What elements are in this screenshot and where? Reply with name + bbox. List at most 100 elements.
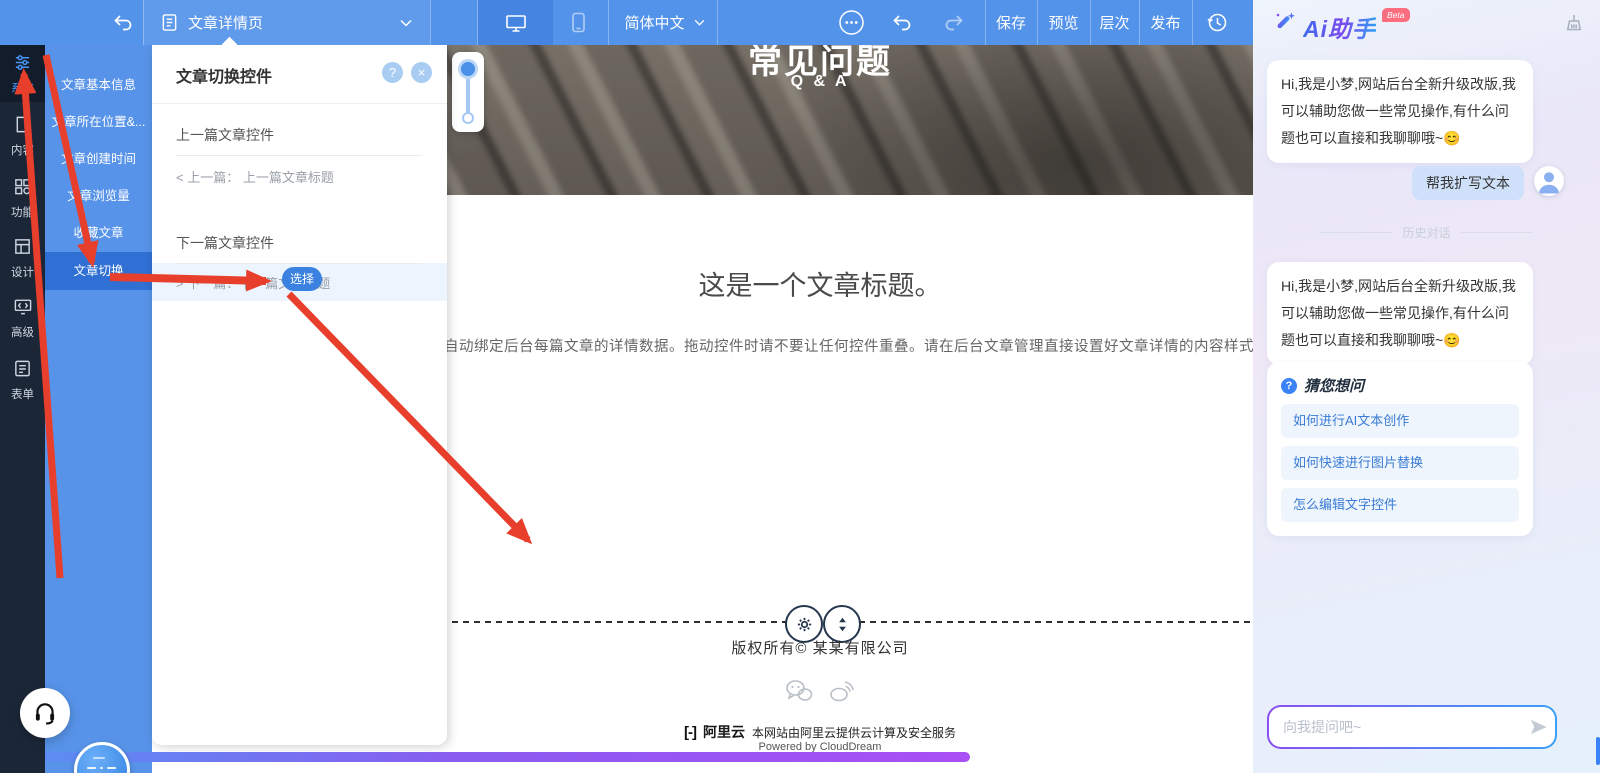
provider-row: [-] 阿里云 本网站由阿里云提供云计算及安全服务	[684, 722, 956, 742]
beta-badge: Beta	[1382, 8, 1410, 22]
history-button[interactable]	[1192, 0, 1242, 45]
page-scrollbar-thumb[interactable]	[1596, 737, 1600, 765]
top-toolbar: 文章详情页 简体中文 保存 预览 层次 发布	[0, 0, 1253, 45]
sidebar-item-label: 表单	[11, 389, 34, 401]
select-button[interactable]: 选择	[282, 267, 322, 291]
help-icon[interactable]: ?	[382, 62, 403, 83]
article-description[interactable]: 自动绑定后台每篇文章的详情数据。拖动控件时请不要让任何控件重叠。请在后台文章管理…	[444, 335, 1253, 356]
wechat-icon[interactable]	[785, 679, 813, 703]
preview-button[interactable]: 预览	[1037, 0, 1090, 45]
undo-button[interactable]	[882, 0, 922, 45]
history-clock-icon	[1206, 13, 1226, 32]
form-list-icon	[15, 360, 30, 377]
panel-divider	[152, 103, 447, 104]
close-icon[interactable]: ×	[411, 62, 432, 83]
sliders-icon	[15, 55, 30, 70]
save-button[interactable]: 保存	[985, 0, 1037, 45]
prev-section-label: 上一篇文章控件	[176, 127, 274, 143]
vertical-slider-widget[interactable]	[452, 52, 484, 132]
sidebar-item-form[interactable]: 表单	[0, 359, 45, 402]
layout-icon	[15, 239, 30, 254]
redo-button[interactable]	[934, 0, 974, 45]
sidebar-item-function[interactable]: 功能	[0, 177, 45, 220]
subpanel-item-article-favorite[interactable]: 收藏文章	[45, 215, 152, 252]
subpanel-item-article-created[interactable]: 文章创建时间	[45, 141, 152, 178]
main-sidebar: 系统 内容 功能 设计 高级 表单	[0, 0, 45, 773]
slider-track	[466, 70, 470, 116]
suggestions-title-row: ? 猜您想问	[1281, 375, 1519, 396]
sidebar-item-advanced[interactable]: 高级	[0, 297, 45, 340]
weibo-icon[interactable]	[829, 679, 855, 703]
sidebar-item-system[interactable]: 系统	[0, 53, 45, 96]
person-icon	[1539, 172, 1559, 194]
desktop-view-button[interactable]	[478, 0, 553, 45]
chevron-down-icon	[694, 19, 704, 26]
gear-icon	[797, 617, 811, 631]
provider-brand: 阿里云	[702, 724, 745, 740]
page-icon	[162, 14, 177, 31]
page-selector-label: 文章详情页	[188, 15, 264, 32]
sidebar-item-label: 高级	[11, 327, 34, 339]
language-selector[interactable]: 简体中文	[612, 0, 717, 45]
sidebar-item-design[interactable]: 设计	[0, 237, 45, 280]
user-message: 帮我扩写文本	[1412, 166, 1524, 200]
question-icon: ?	[1281, 377, 1297, 394]
article-switch-panel: 文章切换控件 ? × 上一篇文章控件 < 上一篇： 上一篇文章标题 下一篇文章控…	[152, 45, 447, 745]
next-section-label: 下一篇文章控件	[176, 235, 274, 251]
publish-progress-bar	[45, 752, 970, 762]
chevron-down-icon	[400, 19, 412, 27]
ai-welcome-message: Hi,我是小梦,网站后台全新升级改版,我可以辅助您做一些常见操作,有什么问题也可…	[1267, 60, 1533, 164]
suggestion-item[interactable]: 怎么编辑文字控件	[1281, 488, 1519, 522]
layers-button[interactable]: 层次	[1090, 0, 1139, 45]
user-message-row: 帮我扩写文本	[1253, 166, 1600, 200]
back-arrow-icon	[114, 14, 132, 30]
publish-button[interactable]: 发布	[1139, 0, 1192, 45]
sidebar-item-label: 功能	[11, 207, 34, 219]
document-icon	[16, 116, 29, 133]
subpanel-item-article-info[interactable]: 文章基本信息	[45, 67, 152, 104]
sidebar-item-label: 系统	[11, 83, 34, 95]
provider-note: 本网站由阿里云提供云计算及安全服务	[751, 725, 957, 740]
ai-history-message: Hi,我是小梦,网站后台全新升级改版,我可以辅助您做一些常见操作,有什么问题也可…	[1267, 262, 1533, 366]
back-button[interactable]	[103, 0, 143, 45]
section-underline	[176, 155, 423, 156]
sidebar-item-content[interactable]: 内容	[0, 115, 45, 158]
history-divider: 历史对话	[1253, 224, 1600, 241]
mobile-icon	[571, 12, 585, 33]
system-subpanel: 文章基本信息 文章所在位置&... 文章创建时间 文章浏览量 收藏文章 文章切换	[45, 45, 152, 773]
suggestions-title: 猜您想问	[1304, 378, 1365, 395]
send-button[interactable]	[1521, 710, 1555, 744]
panel-title: 文章切换控件	[176, 69, 273, 86]
history-divider-label: 历史对话	[1402, 226, 1451, 240]
editor-window: 常见问题 Q & A 这是一个文章标题。 自动绑定后台每篇文章的详情数据。拖动控…	[0, 0, 1600, 773]
ai-chat-input[interactable]	[1269, 719, 1521, 735]
suggestion-item[interactable]: 如何快速进行图片替换	[1281, 446, 1519, 480]
code-monitor-icon	[14, 299, 31, 315]
banner-subtitle: Q & A	[790, 73, 850, 90]
subpanel-item-article-views[interactable]: 文章浏览量	[45, 178, 152, 215]
copyright-text: 版权所有© 某某有限公司	[731, 640, 909, 657]
subpanel-item-article-switch[interactable]: 文章切换	[45, 252, 152, 290]
slider-end-dot	[462, 112, 474, 124]
prev-article-row[interactable]: < 上一篇： 上一篇文章标题	[176, 167, 334, 186]
ai-assistant-title: Ai助手	[1303, 10, 1376, 44]
alibaba-cloud-logo-icon: [-]	[683, 723, 697, 741]
ai-assistant-panel: Ai助手 Beta Hi,我是小梦,网站后台全新升级改版,我可以辅助您做一些常见…	[1253, 0, 1600, 773]
suggestion-item[interactable]: 如何进行AI文本创作	[1281, 404, 1519, 438]
mobile-view-button[interactable]	[553, 0, 603, 45]
clear-chat-icon[interactable]	[1564, 13, 1584, 39]
social-icons	[785, 679, 855, 703]
slider-handle[interactable]	[461, 62, 475, 76]
article-title[interactable]: 这是一个文章标题。	[699, 264, 942, 303]
headset-icon	[35, 703, 55, 725]
page-selector[interactable]: 文章详情页	[143, 0, 430, 45]
more-options-button[interactable]	[830, 0, 872, 45]
ai-assistant-header: Ai助手 Beta	[1273, 8, 1410, 44]
language-label: 简体中文	[624, 15, 685, 32]
subpanel-item-article-position[interactable]: 文章所在位置&...	[45, 104, 152, 141]
support-button[interactable]	[20, 688, 70, 738]
send-icon	[1530, 719, 1547, 735]
section-underline	[176, 263, 423, 264]
undo-icon	[893, 14, 911, 30]
magic-wand-icon	[1276, 12, 1295, 29]
